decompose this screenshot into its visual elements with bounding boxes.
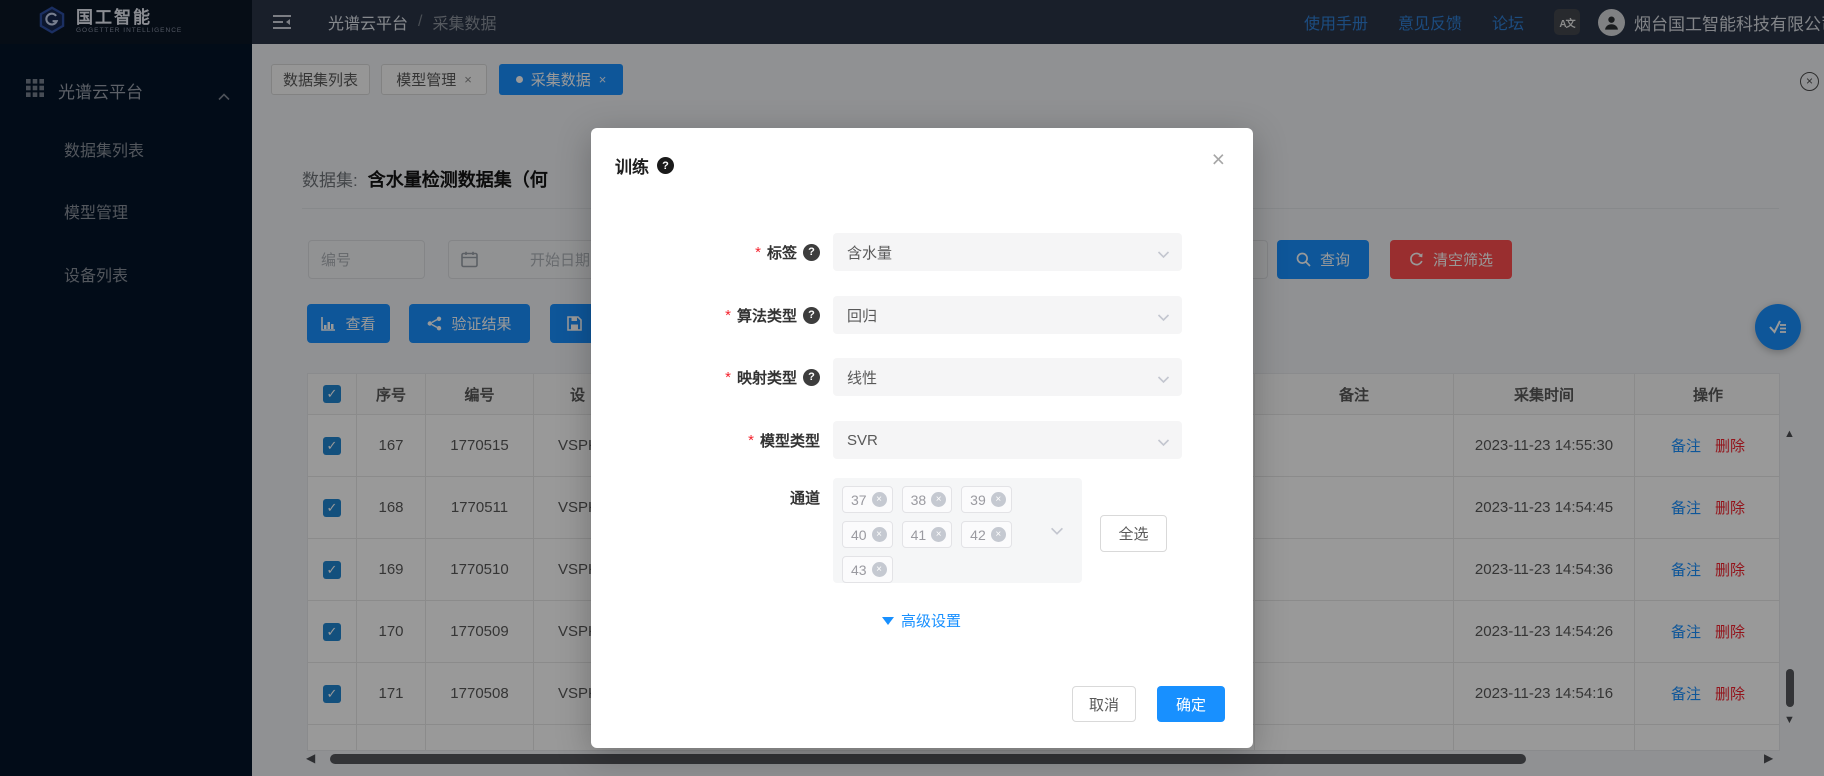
select-value: 回归 <box>847 305 877 326</box>
field-help-icon[interactable]: ? <box>803 369 820 386</box>
train-modal: 训练 ? × * 标签? 含水量 * 算法类型? 回归 * 映射类型? 线性 <box>591 128 1253 748</box>
channel-tag: 39 × <box>961 486 1012 513</box>
tag-value: 40 <box>851 527 867 543</box>
select-value: 含水量 <box>847 242 892 263</box>
required-mark: * <box>725 307 731 324</box>
channel-tag: 40 × <box>842 521 893 548</box>
required-mark: * <box>725 369 731 386</box>
advanced-settings-toggle[interactable]: 高级设置 <box>882 610 961 631</box>
modal-title: 训练 <box>615 153 649 178</box>
confirm-button[interactable]: 确定 <box>1157 686 1225 722</box>
chevron-down-icon <box>1157 309 1170 326</box>
field-help-icon[interactable]: ? <box>803 307 820 324</box>
triangle-down-icon <box>882 617 894 625</box>
tag-remove-icon[interactable]: × <box>931 492 946 507</box>
channel-tag: 37 × <box>842 486 893 513</box>
field-label: 算法类型 <box>737 305 797 326</box>
tag-value: 39 <box>970 492 986 508</box>
tag-value: 41 <box>911 527 927 543</box>
select-value: 线性 <box>847 367 877 388</box>
algorithm-type-select[interactable]: 回归 <box>833 296 1182 334</box>
tag-value: 37 <box>851 492 867 508</box>
channel-tag: 38 × <box>902 486 953 513</box>
model-type-select[interactable]: SVR <box>833 421 1182 459</box>
modal-close-icon[interactable]: × <box>1212 148 1225 171</box>
channel-tag: 41 × <box>902 521 953 548</box>
tag-value: 42 <box>970 527 986 543</box>
tag-remove-icon[interactable]: × <box>991 527 1006 542</box>
chevron-down-icon <box>1157 371 1170 388</box>
app-root: 国工智能 GOGETTER INTELLIGENCE 光谱云平台 / 采集数据 … <box>0 0 1824 776</box>
tag-remove-icon[interactable]: × <box>872 562 887 577</box>
select-value: SVR <box>847 432 878 449</box>
field-label: 映射类型 <box>737 367 797 388</box>
form-row-mapping-type: * 映射类型? 线性 <box>591 358 1253 396</box>
chevron-down-icon <box>1157 434 1170 451</box>
form-row-label: * 标签? 含水量 <box>591 233 1253 271</box>
field-label: 标签 <box>767 242 797 263</box>
title-help-icon[interactable]: ? <box>657 157 674 174</box>
tag-value: 38 <box>911 492 927 508</box>
required-mark: * <box>755 244 761 261</box>
tag-remove-icon[interactable]: × <box>991 492 1006 507</box>
label-select[interactable]: 含水量 <box>833 233 1182 271</box>
channel-tag: 42 × <box>961 521 1012 548</box>
tag-value: 43 <box>851 562 867 578</box>
channel-label: 通道 <box>591 487 820 508</box>
chevron-down-icon <box>1157 246 1170 263</box>
mapping-type-select[interactable]: 线性 <box>833 358 1182 396</box>
channel-multiselect[interactable]: 37 × 38 × 39 × 40 × 41 × 42 × 43 × <box>833 478 1082 583</box>
cancel-button[interactable]: 取消 <box>1072 686 1136 722</box>
field-help-icon[interactable]: ? <box>803 244 820 261</box>
tag-remove-icon[interactable]: × <box>872 492 887 507</box>
form-row-model-type: * 模型类型 SVR <box>591 421 1253 459</box>
required-mark: * <box>748 432 754 449</box>
select-all-channels-button[interactable]: 全选 <box>1100 515 1167 552</box>
tag-remove-icon[interactable]: × <box>872 527 887 542</box>
form-row-algorithm-type: * 算法类型? 回归 <box>591 296 1253 334</box>
advanced-settings-label: 高级设置 <box>901 610 961 631</box>
channel-tag: 43 × <box>842 556 893 583</box>
tag-remove-icon[interactable]: × <box>931 527 946 542</box>
chevron-down-icon <box>1050 523 1064 541</box>
modal-title-row: 训练 ? <box>615 153 674 178</box>
field-label: 模型类型 <box>760 430 820 451</box>
